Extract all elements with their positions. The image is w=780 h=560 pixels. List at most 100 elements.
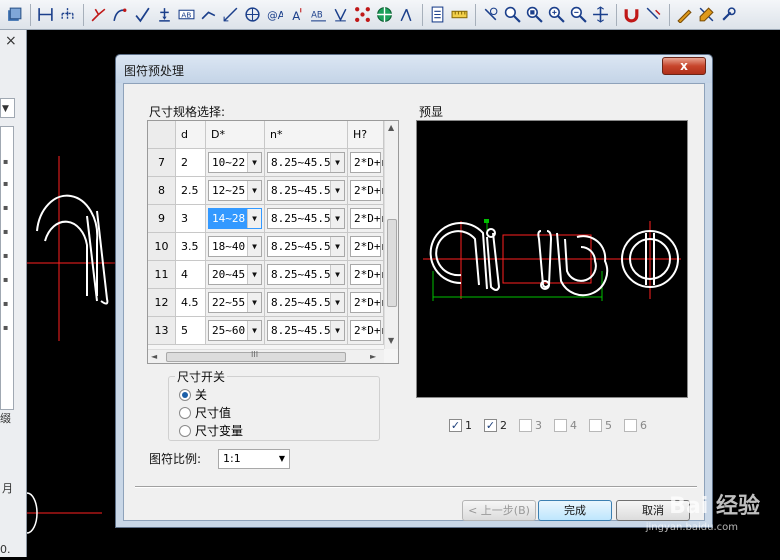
magnet-icon[interactable] — [621, 4, 642, 26]
cell-H[interactable]: 2*D+r — [348, 233, 384, 261]
chevron-down-icon[interactable]: ▼ — [247, 153, 261, 172]
chevron-down-icon[interactable]: ▼ — [279, 450, 285, 468]
table-row[interactable]: 9 3 14~28 ▼ 8.25~45.5 ▼ 2*D+r — [148, 205, 384, 233]
close-icon[interactable]: × — [5, 33, 17, 49]
row-index[interactable]: 13 — [148, 317, 176, 345]
radio-dim-variable[interactable]: 尺寸变量 — [179, 422, 243, 439]
list-item[interactable]: ▪ — [3, 203, 8, 212]
H-combo[interactable]: 2*D+r — [350, 264, 383, 285]
H-combo[interactable]: 2*D+r — [350, 152, 383, 173]
cell-d[interactable]: 3 — [176, 205, 206, 233]
curve-icon[interactable] — [88, 4, 109, 26]
horizontal-scrollbar[interactable]: ◄ III ► — [148, 349, 384, 363]
angle-icon[interactable] — [396, 4, 417, 26]
n-range-combo[interactable]: 8.25~45.5 ▼ — [267, 236, 345, 257]
zoom-icon[interactable] — [502, 4, 523, 26]
table-row[interactable]: 13 5 25~60 ▼ 8.25~45.5 ▼ 2*D+r — [148, 317, 384, 345]
cell-n[interactable]: 8.25~45.5 ▼ — [265, 261, 348, 289]
H-combo[interactable]: 2*D+r — [350, 180, 383, 201]
H-combo[interactable]: 2*D+r — [350, 320, 383, 341]
scale-select[interactable]: 1:1 ▼ — [218, 449, 290, 469]
view-checkbox-5[interactable]: 5 — [589, 419, 612, 432]
n-range-combo[interactable]: 8.25~45.5 ▼ — [267, 264, 345, 285]
checkbox[interactable] — [554, 419, 567, 432]
radio-off[interactable]: 关 — [179, 386, 207, 403]
cell-d[interactable]: 2 — [176, 149, 206, 177]
grid-dots-icon[interactable] — [352, 4, 373, 26]
cell-d[interactable]: 4 — [176, 261, 206, 289]
cell-H[interactable]: 2*D+r — [348, 149, 384, 177]
cell-d[interactable]: 2.5 — [176, 177, 206, 205]
arc-icon[interactable] — [110, 4, 131, 26]
chevron-down-icon[interactable]: ▼ — [330, 181, 344, 200]
view-checkbox-6[interactable]: 6 — [624, 419, 647, 432]
cell-H[interactable]: 2*D+r — [348, 289, 384, 317]
cell-H[interactable]: 2*D+r — [348, 205, 384, 233]
checkbox[interactable]: ✓ — [484, 419, 497, 432]
panel-list[interactable]: ▪ ▪ ▪ ▪ ▪ ▪ ▪ ▪ — [0, 126, 14, 410]
dimension-icon[interactable] — [35, 4, 56, 26]
page-icon[interactable] — [427, 4, 448, 26]
table-row[interactable]: 8 2.5 12~25 ▼ 8.25~45.5 ▼ 2*D+r — [148, 177, 384, 205]
cell-D[interactable]: 18~40 ▼ — [206, 233, 265, 261]
text-a-icon[interactable]: @A — [264, 4, 285, 26]
table-row[interactable]: 10 3.5 18~40 ▼ 8.25~45.5 ▼ 2*D+r — [148, 233, 384, 261]
view-checkbox-4[interactable]: 4 — [554, 419, 577, 432]
cell-H[interactable]: 2*D+r — [348, 317, 384, 345]
radio-circle[interactable] — [179, 406, 191, 419]
H-combo[interactable]: 2*D+r — [350, 292, 383, 313]
scroll-thumb[interactable] — [387, 219, 397, 307]
chevron-down-icon[interactable]: ▼ — [247, 265, 261, 284]
scroll-left-icon[interactable]: ◄ — [151, 352, 157, 361]
list-item[interactable]: ▪ — [3, 179, 8, 188]
radio-circle[interactable] — [179, 424, 191, 437]
scroll-thumb[interactable]: III — [166, 350, 346, 362]
scroll-up-icon[interactable]: ▲ — [388, 123, 394, 132]
row-index[interactable]: 12 — [148, 289, 176, 317]
H-combo[interactable]: 2*D+r — [350, 208, 383, 229]
list-item[interactable]: ▪ — [3, 323, 8, 332]
cell-n[interactable]: 8.25~45.5 ▼ — [265, 233, 348, 261]
row-index[interactable]: 11 — [148, 261, 176, 289]
chevron-down-icon[interactable]: ▼ — [330, 293, 344, 312]
chevron-down-icon[interactable]: ▼ — [247, 321, 261, 340]
column-header-D[interactable]: D* — [206, 121, 265, 149]
cell-D[interactable]: 20~45 ▼ — [206, 261, 265, 289]
D-range-combo[interactable]: 22~55 ▼ — [208, 292, 262, 313]
D-range-combo[interactable]: 12~25 ▼ — [208, 180, 262, 201]
checkbox[interactable] — [519, 419, 532, 432]
target-icon[interactable] — [374, 4, 395, 26]
n-range-combo[interactable]: 8.25~45.5 ▼ — [267, 320, 345, 341]
edit-icon[interactable] — [696, 4, 717, 26]
rotate-icon[interactable] — [242, 4, 263, 26]
D-range-combo[interactable]: 25~60 ▼ — [208, 320, 262, 341]
chevron-down-icon[interactable]: ▼ — [330, 265, 344, 284]
zoom-out-icon[interactable] — [568, 4, 589, 26]
sort-icon[interactable]: A — [286, 4, 307, 26]
chevron-down-icon[interactable]: ▼ — [2, 104, 9, 114]
panel-tab[interactable]: 月 — [2, 480, 13, 496]
text-box-icon[interactable]: AB — [176, 4, 197, 26]
cell-D[interactable]: 12~25 ▼ — [206, 177, 265, 205]
cell-d[interactable]: 5 — [176, 317, 206, 345]
view-checkbox-1[interactable]: ✓ 1 — [449, 419, 472, 432]
dialog-titlebar[interactable]: 图符预处理 x — [116, 55, 712, 83]
view-checkbox-2[interactable]: ✓ 2 — [484, 419, 507, 432]
pencil-icon[interactable] — [674, 4, 695, 26]
scroll-down-icon[interactable]: ▼ — [388, 336, 394, 345]
tools-icon[interactable] — [718, 4, 739, 26]
ruler-icon[interactable] — [449, 4, 470, 26]
n-range-combo[interactable]: 8.25~45.5 ▼ — [267, 208, 345, 229]
line-icon[interactable] — [198, 4, 219, 26]
list-item[interactable]: ▪ — [3, 275, 8, 284]
scroll-right-icon[interactable]: ► — [370, 352, 376, 361]
column-header-n[interactable]: n* — [265, 121, 348, 149]
H-combo[interactable]: 2*D+r — [350, 236, 383, 257]
cell-n[interactable]: 8.25~45.5 ▼ — [265, 289, 348, 317]
panel-tab[interactable]: 缀 — [0, 410, 11, 426]
chevron-down-icon[interactable]: ▼ — [247, 209, 261, 228]
chevron-down-icon[interactable]: ▼ — [330, 321, 344, 340]
list-item[interactable]: ▪ — [3, 227, 8, 236]
snap-icon[interactable] — [643, 4, 664, 26]
D-range-combo[interactable]: 18~40 ▼ — [208, 236, 262, 257]
